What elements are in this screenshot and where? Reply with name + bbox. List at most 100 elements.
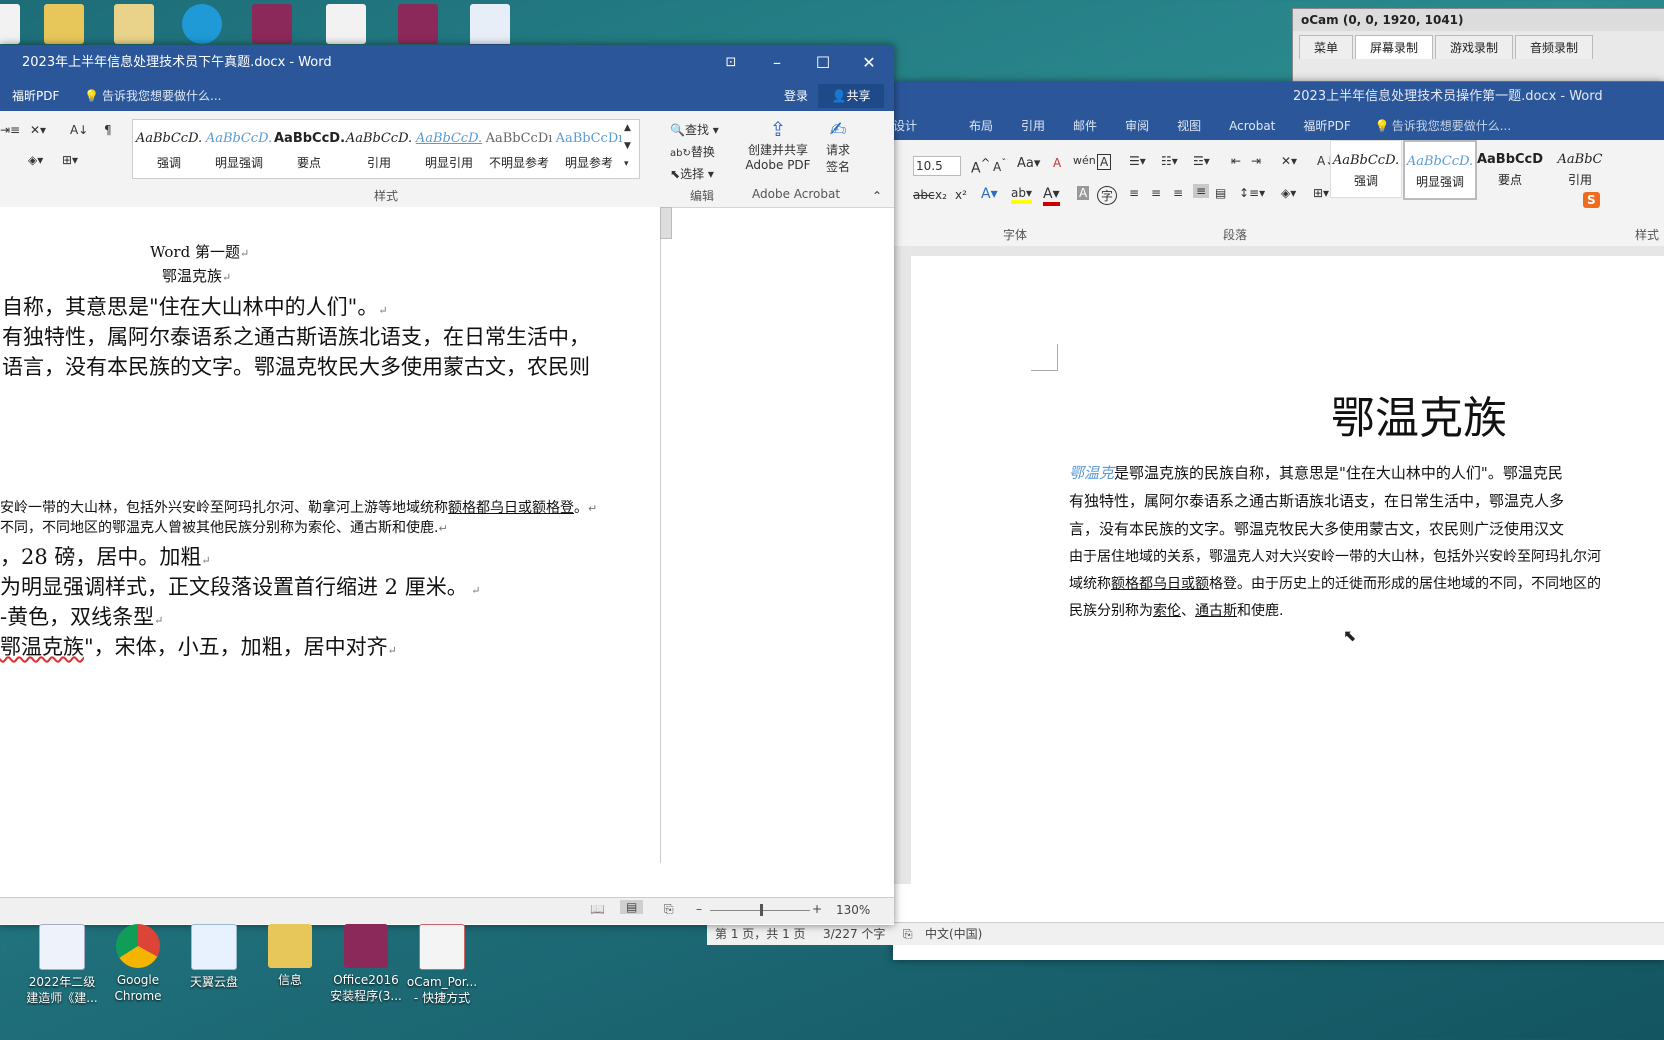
close-icon[interactable]: ✕ [846, 45, 892, 81]
zoom-in-icon[interactable]: + [812, 902, 822, 916]
char-border-icon[interactable]: A [1097, 154, 1112, 170]
superscript-icon[interactable]: x² [955, 188, 967, 202]
share-button[interactable]: 👤共享 [818, 84, 884, 108]
ocam-tab-audio-record[interactable]: 音频录制 [1515, 35, 1594, 59]
style-intense-quote[interactable]: AaBbCcD. 明显引用 [414, 119, 484, 175]
minimize-icon[interactable]: – [754, 45, 800, 81]
change-case-icon[interactable]: Aa▾ [1017, 156, 1040, 171]
sogou-ime-icon[interactable]: S [1583, 192, 1600, 208]
highlight-icon[interactable]: ab▾ [1011, 186, 1032, 204]
justify-icon[interactable]: ≡ [1193, 184, 1210, 198]
status-language[interactable]: 中文(中国) [925, 923, 982, 945]
font-color-icon[interactable]: A▾ [1043, 186, 1060, 206]
notebook-icon[interactable] [114, 4, 154, 44]
tell-me-box[interactable]: 告诉我您想要做什么... [102, 81, 221, 111]
desktop-icon-chrome[interactable]: Google Chrome [100, 924, 176, 1004]
tab-foxit-pdf[interactable]: 福昕PDF [1289, 112, 1364, 140]
web-layout-icon[interactable]: ⎘ [664, 902, 674, 917]
print-layout-icon[interactable]: ▤ [620, 900, 644, 914]
zoom-thumb[interactable] [760, 904, 763, 916]
line-spacing-icon[interactable]: ↕≡▾ [1239, 186, 1265, 200]
desktop-icon-tianyi-cloud[interactable]: 天翼云盘 [176, 924, 252, 990]
ocam-tab-screen-record[interactable]: 屏幕录制 [1355, 35, 1434, 59]
winrar-icon[interactable] [398, 4, 438, 44]
grow-font-icon[interactable]: A^ [971, 156, 990, 177]
maximize-icon[interactable]: ☐ [800, 45, 846, 81]
tab-view[interactable]: 视图 [1163, 112, 1215, 140]
chinese-layout-icon[interactable]: ✕▾ [30, 123, 46, 137]
style-strong[interactable]: AaBbCcD 要点 [1475, 140, 1545, 196]
gallery-scroll-down-icon[interactable]: ▼ [624, 141, 631, 151]
gallery-scroll-up-icon[interactable]: ▲ [624, 123, 631, 133]
ocam-tab-game-record[interactable]: 游戏录制 [1435, 35, 1514, 59]
numbering-icon[interactable]: ☷▾ [1161, 154, 1178, 168]
replace-button[interactable]: ab↻替换 [670, 143, 715, 160]
multilevel-list-icon[interactable]: ☲▾ [1193, 154, 1210, 168]
status-word-count[interactable]: 3/227 个字 [823, 923, 885, 945]
read-mode-icon[interactable]: 📖 [590, 902, 605, 916]
decrease-indent-icon[interactable]: ⇤ [1231, 154, 1241, 168]
ribbon-display-icon[interactable]: ⊡ [708, 45, 754, 81]
word-doc-icon[interactable] [470, 4, 510, 50]
desktop-icon-construction[interactable]: 2022年二级 建造师《建... [24, 924, 100, 1006]
ocam-tab-menu[interactable]: 菜单 [1299, 35, 1354, 59]
tell-me-box[interactable]: 告诉我您想要做什么... [1390, 112, 1511, 140]
proofing-icon[interactable]: ⎘ [903, 923, 913, 945]
strikethrough-icon[interactable]: abc [913, 188, 935, 202]
align-center-icon[interactable]: ≡ [1151, 186, 1161, 200]
zoom-out-icon[interactable]: – [696, 902, 702, 916]
font-size-select[interactable]: 10.5 [913, 156, 961, 176]
shading-icon[interactable]: ◈▾ [28, 153, 43, 167]
document-page[interactable]: Word 第一题↵ 鄂温克族↵ 自称，其意思是"住在大山林中的人们"。↵ 有独特… [0, 207, 661, 863]
edge-icon[interactable] [182, 4, 222, 44]
tab-mailings[interactable]: 邮件 [1059, 112, 1111, 140]
desktop-icon-info-folder[interactable]: 信息 [252, 924, 328, 988]
document-page[interactable]: 鄂温克族 鄂温克是鄂温克族的民族自称，其意思是"住在大山林中的人们"。鄂温克民 … [911, 256, 1664, 896]
style-emphasis[interactable]: AaBbCcD. 强调 [134, 119, 204, 175]
status-page-count[interactable]: 第 1 页，共 1 页 [715, 923, 806, 945]
shrink-font-icon[interactable]: Aˇ [993, 158, 1006, 174]
tab-review[interactable]: 审阅 [1111, 112, 1163, 140]
increase-indent-icon[interactable]: ⇥ [1251, 154, 1261, 168]
style-subtle-reference[interactable]: AaBbCcDı 不明显参考 [484, 119, 554, 175]
clear-format-icon[interactable]: A [1053, 156, 1061, 170]
tab-acrobat[interactable]: Acrobat [1215, 112, 1289, 140]
file-icon[interactable] [0, 4, 20, 44]
tab-layout[interactable]: 布局 [929, 112, 1007, 140]
folder-icon[interactable] [44, 4, 84, 44]
phonetic-guide-icon[interactable]: wén [1073, 154, 1096, 167]
style-strong[interactable]: AaBbCcD. 要点 [274, 119, 344, 175]
desktop-icon-office2016[interactable]: Office2016 安装程序(3... [328, 924, 404, 1004]
style-quote[interactable]: AaBbCcD. 引用 [344, 119, 414, 175]
distributed-icon[interactable]: ▤ [1215, 186, 1226, 200]
char-shading-icon[interactable]: A [1077, 186, 1090, 200]
bullets-icon[interactable]: ☰▾ [1129, 154, 1146, 168]
style-quote[interactable]: AaBbC 引用 [1545, 140, 1615, 196]
enclose-char-icon[interactable]: 字 [1097, 186, 1118, 205]
request-signature-button[interactable]: ✍ 请求 签名 [818, 117, 858, 175]
vertical-scrollbar[interactable] [660, 207, 672, 239]
borders-icon[interactable]: ⊞▾ [62, 153, 78, 167]
align-left-icon[interactable]: ≡ [1129, 186, 1139, 200]
sign-in-link[interactable]: 登录 [784, 81, 808, 111]
document-icon[interactable] [326, 4, 366, 44]
select-button[interactable]: ⬉选择 ▾ [670, 165, 714, 182]
style-intense-emphasis[interactable]: AaBbCcD. 明显强调 [1403, 140, 1477, 200]
subscript-icon[interactable]: x₂ [935, 188, 947, 202]
style-intense-emphasis[interactable]: AaBbCcD. 明显强调 [204, 119, 274, 175]
tab-foxit-pdf[interactable]: 福昕PDF [12, 81, 59, 111]
tab-design[interactable]: 设计 [893, 112, 929, 140]
text-effects-icon[interactable]: A▾ [981, 186, 998, 202]
zoom-level[interactable]: 130% [836, 903, 870, 917]
show-marks-icon[interactable]: ¶ [104, 123, 112, 137]
tab-references[interactable]: 引用 [1007, 112, 1059, 140]
style-intense-reference[interactable]: AaBbCcDı 明显参考 [554, 119, 624, 175]
indent-icon[interactable]: ⇥≡ [0, 123, 20, 137]
align-right-icon[interactable]: ≡ [1173, 186, 1183, 200]
winrar-icon[interactable] [252, 4, 292, 44]
sort-icon[interactable]: A↓ [70, 123, 88, 137]
find-button[interactable]: 🔍查找 ▾ [670, 121, 719, 138]
desktop-icon-ocam[interactable]: oCam_Por... - 快捷方式 [404, 924, 480, 1006]
style-emphasis[interactable]: AaBbCcD. 强调 [1330, 140, 1402, 198]
chinese-layout-icon[interactable]: ✕▾ [1281, 154, 1297, 168]
